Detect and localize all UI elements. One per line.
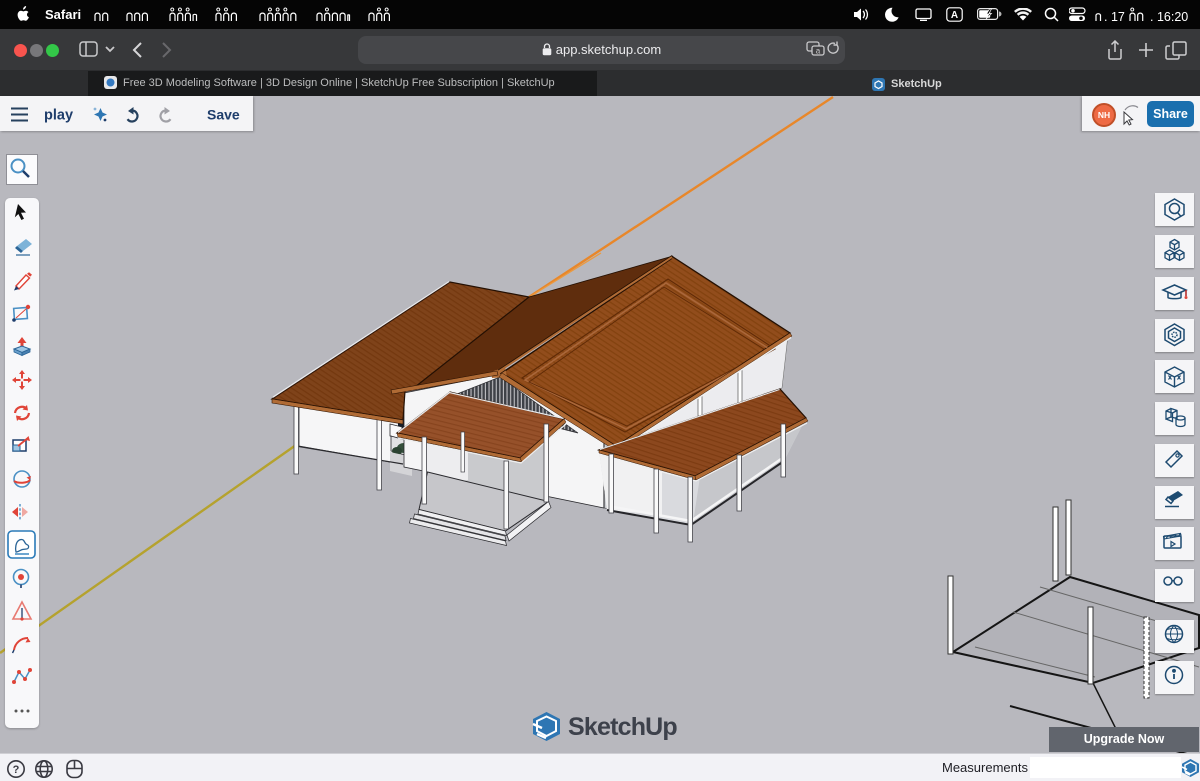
svg-text:A: A (951, 10, 958, 21)
svg-text:play: play (44, 108, 73, 124)
svg-text:Save: Save (207, 107, 240, 123)
svg-text:?: ? (13, 764, 20, 776)
svg-text:. 17: . 17 (1104, 10, 1125, 24)
svg-text:a: a (816, 47, 821, 56)
svg-text:. 16:20: . 16:20 (1150, 10, 1188, 24)
